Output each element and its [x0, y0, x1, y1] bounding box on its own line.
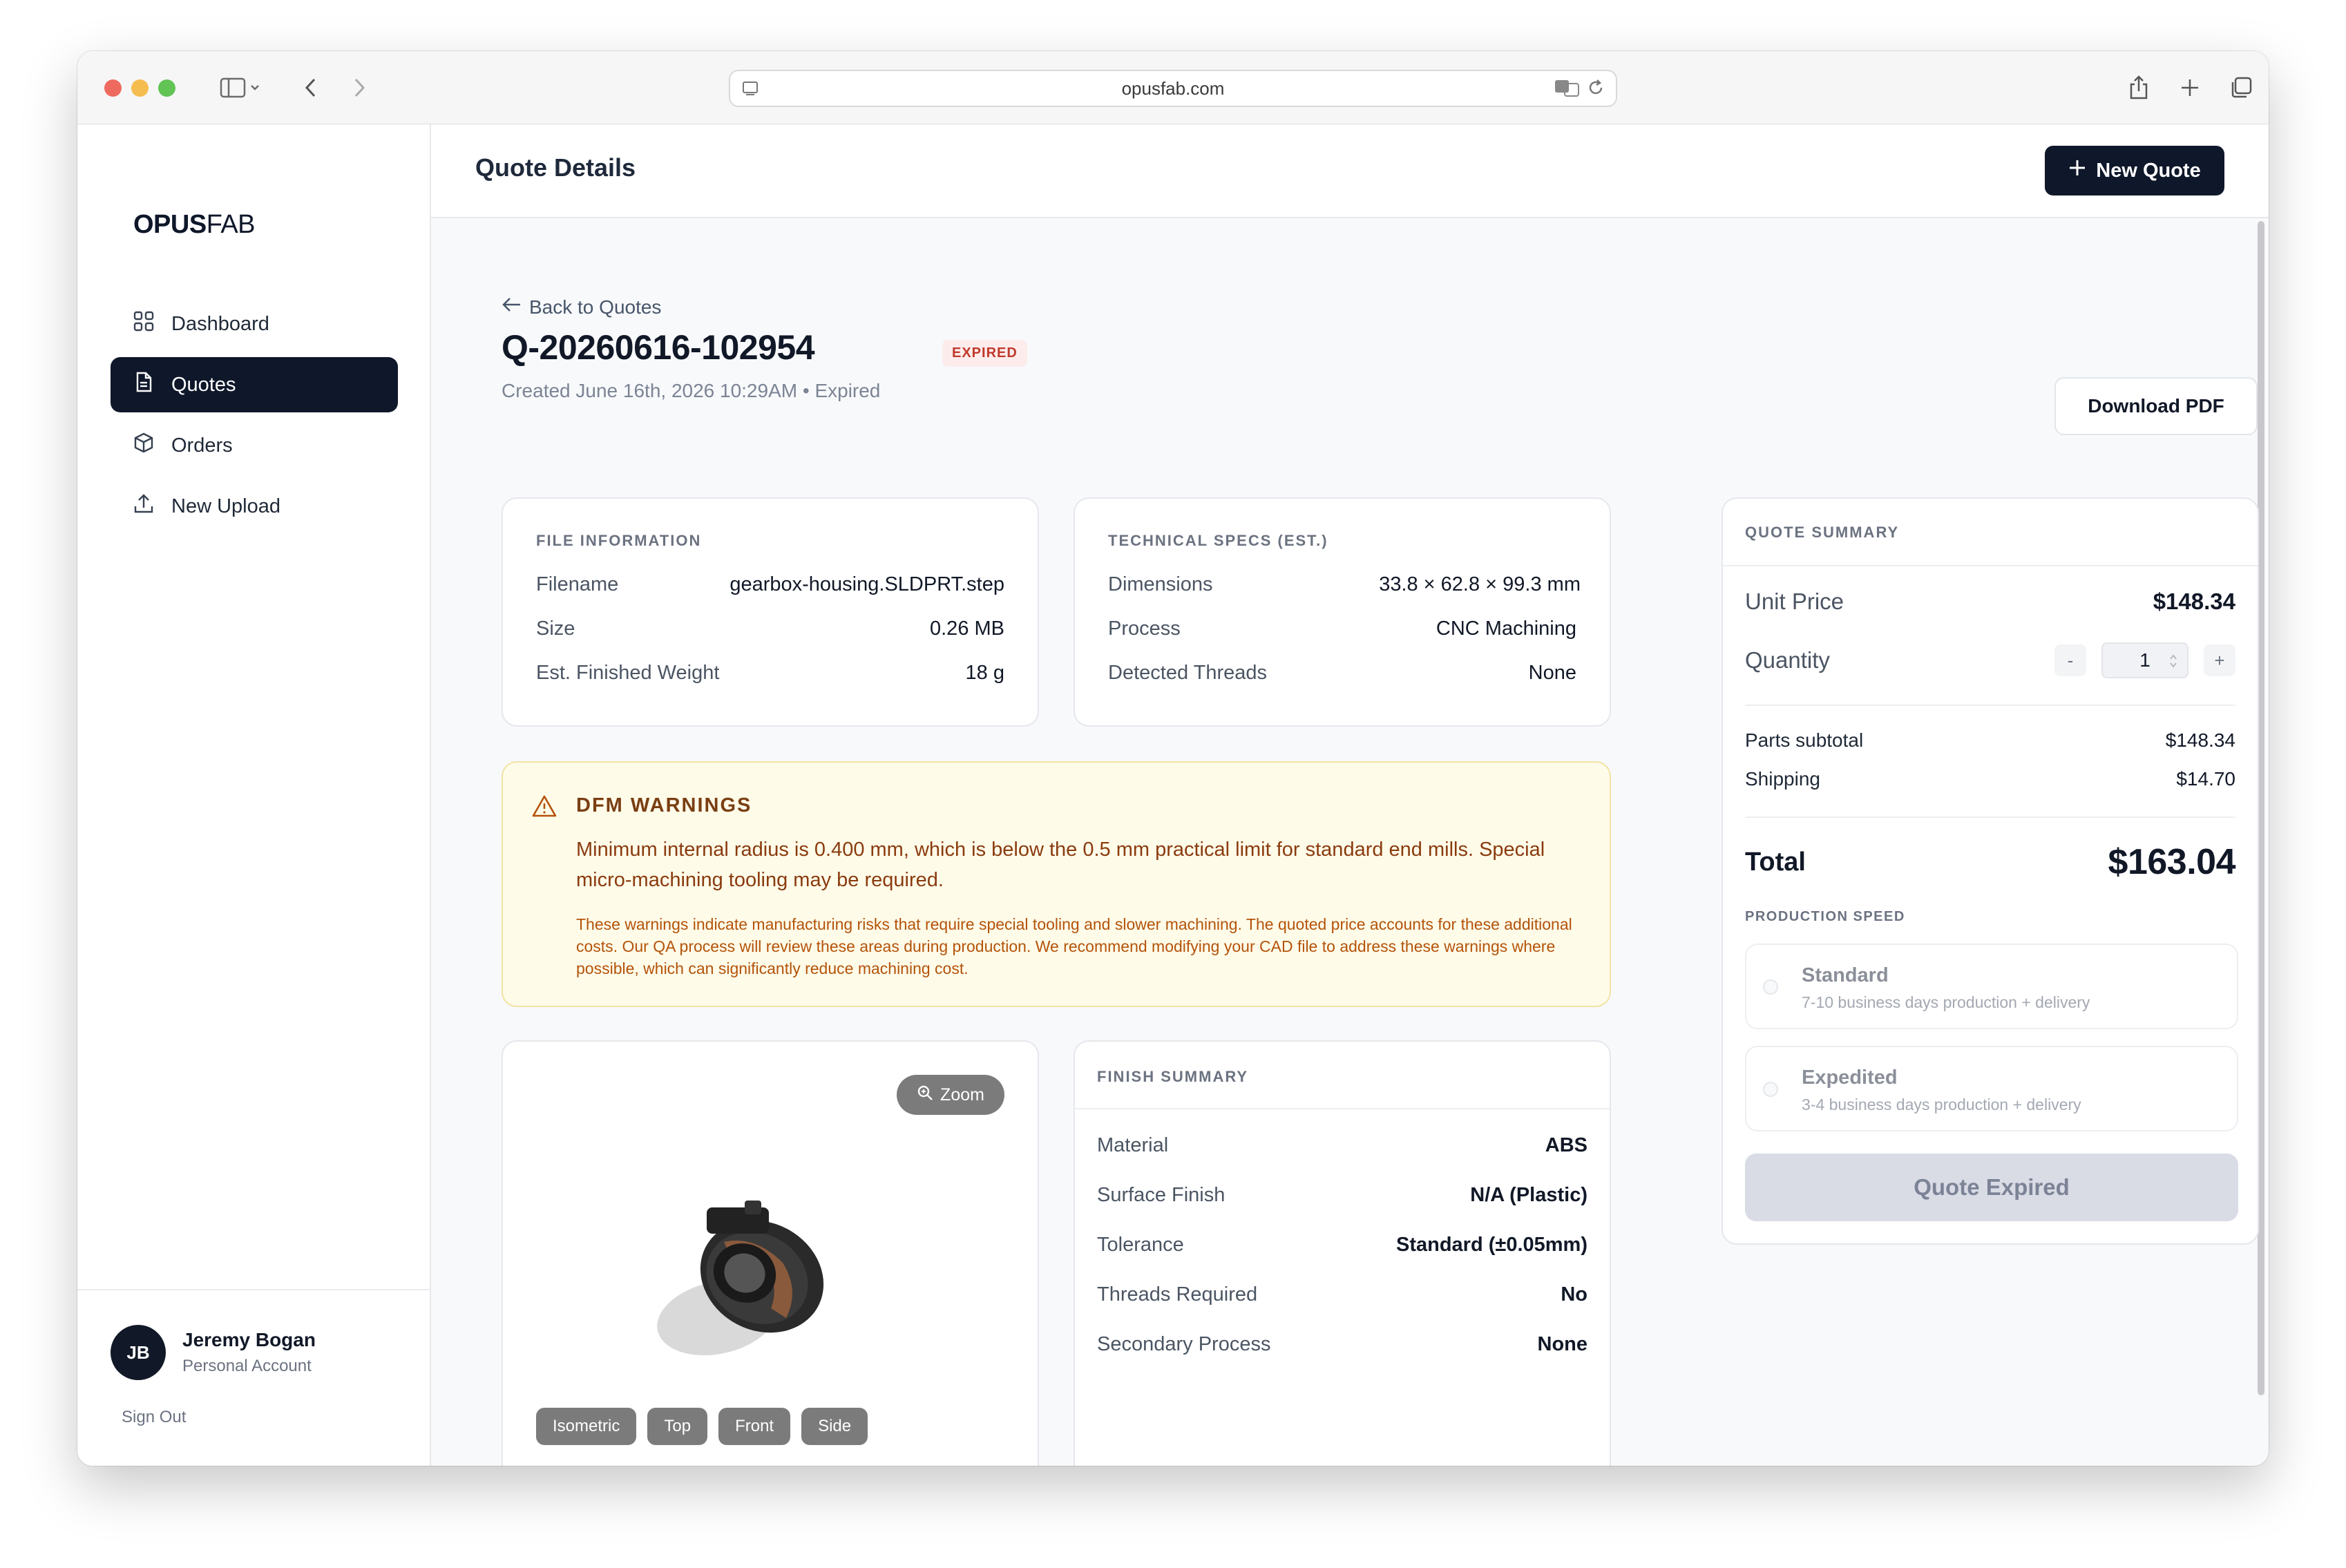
subtotal-row: Parts subtotal $148.34	[1745, 729, 2235, 751]
file-row: Filename gearbox-housing.SLDPRT.step	[536, 573, 1004, 595]
page-icon	[741, 79, 759, 102]
finish-summary-card: FINISH SUMMARY Material ABS Surface Finis…	[1074, 1040, 1611, 1466]
new-tab-icon[interactable]	[2176, 69, 2204, 106]
document-icon	[133, 371, 155, 399]
download-pdf-button[interactable]: Download PDF	[2054, 377, 2258, 435]
finish-row: Material ABS	[1097, 1134, 1587, 1156]
main-content: Back to Quotes Q-20260616-102954 EXPIRED…	[431, 218, 2269, 1466]
zoom-button[interactable]: Zoom	[897, 1075, 1004, 1115]
user-name: Jeremy Bogan	[182, 1329, 316, 1350]
quantity-stepper: - 1 +	[2054, 642, 2235, 678]
quote-id: Q-20260616-102954	[502, 328, 815, 367]
finish-row: Secondary Process None	[1097, 1333, 1587, 1355]
card-title: FILE INFORMATION	[536, 532, 702, 549]
radio-expedited[interactable]	[1763, 1082, 1778, 1097]
sidebar-nav: Dashboard Quotes Orders New Upload	[111, 296, 398, 539]
back-to-quotes-link[interactable]: Back to Quotes	[502, 296, 661, 318]
view-selector: Isometric Top Front Side	[536, 1408, 868, 1445]
new-quote-label: New Quote	[2096, 159, 2201, 182]
warning-message: Minimum internal radius is 0.400 mm, whi…	[576, 839, 1545, 891]
sidebar-item-quotes[interactable]: Quotes	[111, 357, 398, 412]
spinner-arrows-icon	[2169, 652, 2177, 675]
quote-expired-button[interactable]: Quote Expired	[1745, 1154, 2238, 1221]
finish-row: Tolerance Standard (±0.05mm)	[1097, 1234, 1587, 1256]
new-quote-button[interactable]: New Quote	[2045, 146, 2224, 195]
url-text: opusfab.com	[1121, 77, 1225, 99]
maximize-window-button[interactable]	[158, 79, 175, 97]
forward-nav-icon[interactable]	[345, 69, 373, 106]
zoom-icon	[917, 1084, 933, 1106]
sidebar-item-label: Quotes	[171, 373, 236, 396]
technical-specs-card: TECHNICAL SPECS (EST.) Dimensions 33.8 × …	[1074, 497, 1611, 727]
address-bar[interactable]: opusfab.com	[729, 70, 1617, 107]
tab-overview-icon[interactable]	[2227, 69, 2255, 106]
quantity-input[interactable]: 1	[2101, 642, 2188, 678]
view-front-button[interactable]: Front	[718, 1408, 791, 1445]
quote-summary-card: QUOTE SUMMARY Unit Price $148.34 Quantit…	[1722, 497, 2259, 1245]
upload-icon	[133, 493, 155, 520]
avatar[interactable]: JB	[111, 1325, 166, 1380]
warning-triangle-icon	[532, 794, 557, 821]
view-top-button[interactable]: Top	[647, 1408, 708, 1445]
card-title: FINISH SUMMARY	[1097, 1068, 1249, 1085]
unit-price-value: $148.34	[2153, 589, 2235, 614]
spec-row: Dimensions 33.8 × 62.8 × 99.3 mm	[1108, 573, 1581, 595]
warning-note: These warnings indicate manufacturing ri…	[576, 915, 1572, 977]
sidebar-item-label: New Upload	[171, 495, 280, 517]
share-icon[interactable]	[2125, 69, 2153, 106]
increment-button[interactable]: +	[2204, 644, 2235, 676]
view-isometric-button[interactable]: Isometric	[536, 1408, 637, 1445]
decrement-button[interactable]: -	[2054, 644, 2086, 676]
card-title: TECHNICAL SPECS (EST.)	[1108, 532, 1328, 549]
file-information-card: FILE INFORMATION Filename gearbox-housing…	[502, 497, 1039, 727]
reload-icon[interactable]	[1587, 78, 1605, 102]
spec-row: Process CNC Machining	[1108, 618, 1576, 640]
account-type: Personal Account	[182, 1357, 312, 1375]
page-header: Quote Details New Quote	[431, 124, 2269, 218]
sidebar-item-label: Dashboard	[171, 312, 269, 335]
unit-price-row: Unit Price $148.34	[1745, 589, 2235, 614]
sign-out-link[interactable]: Sign Out	[122, 1408, 186, 1427]
speed-option-expedited[interactable]: Expedited 3-4 business days production +…	[1745, 1046, 2238, 1131]
total-row: Total $163.04	[1745, 842, 2236, 882]
finish-row: Threads Required No	[1097, 1283, 1587, 1306]
box-icon	[133, 432, 155, 459]
close-window-button[interactable]	[104, 79, 122, 97]
finish-row: Surface Finish N/A (Plastic)	[1097, 1184, 1587, 1206]
account-panel: JB Jeremy Bogan Personal Account Sign Ou…	[77, 1289, 430, 1466]
sidebar-item-label: Orders	[171, 434, 233, 457]
radio-standard[interactable]	[1763, 979, 1778, 995]
created-meta: Created June 16th, 2026 10:29AM • Expire…	[502, 380, 881, 401]
sidebar-item-orders[interactable]: Orders	[111, 418, 398, 473]
back-nav-icon[interactable]	[297, 69, 325, 106]
shipping-row: Shipping $14.70	[1745, 768, 2235, 790]
sidebar-toggle-icon[interactable]	[213, 69, 268, 106]
file-row: Size 0.26 MB	[536, 618, 1004, 640]
logo[interactable]: OPUSFAB	[133, 210, 256, 240]
grid-icon	[133, 310, 155, 338]
part-3d-render[interactable]	[641, 1187, 862, 1370]
dfm-warning-panel: DFM WARNINGS Minimum internal radius is …	[502, 761, 1611, 1007]
minimize-window-button[interactable]	[131, 79, 149, 97]
quantity-row: Quantity - 1 +	[1745, 642, 2235, 678]
browser-window: opusfab.com OPUSFAB Dashboard Quotes Ord…	[77, 51, 2269, 1466]
sidebar-item-dashboard[interactable]: Dashboard	[111, 296, 398, 352]
speed-option-standard[interactable]: Standard 7-10 business days production +…	[1745, 944, 2238, 1029]
production-speed-label: PRODUCTION SPEED	[1745, 909, 1905, 924]
warning-title: DFM WARNINGS	[576, 794, 752, 816]
arrow-left-icon	[502, 296, 522, 318]
spec-row: Detected Threads None	[1108, 662, 1576, 684]
plus-icon	[2068, 159, 2086, 182]
model-viewer-card: Zoom Isometric Top Front Side	[502, 1040, 1039, 1466]
sidebar: OPUSFAB Dashboard Quotes Orders New Uplo…	[77, 124, 431, 1466]
card-title: QUOTE SUMMARY	[1745, 524, 1900, 541]
page-title: Quote Details	[475, 153, 636, 182]
sidebar-item-new-upload[interactable]: New Upload	[111, 479, 398, 534]
total-value: $163.04	[2108, 842, 2236, 882]
translate-icon[interactable]	[1554, 78, 1580, 102]
file-row: Est. Finished Weight 18 g	[536, 662, 1004, 684]
browser-toolbar: opusfab.com	[77, 51, 2269, 124]
view-side-button[interactable]: Side	[801, 1408, 868, 1445]
status-badge: EXPIRED	[942, 340, 1027, 367]
